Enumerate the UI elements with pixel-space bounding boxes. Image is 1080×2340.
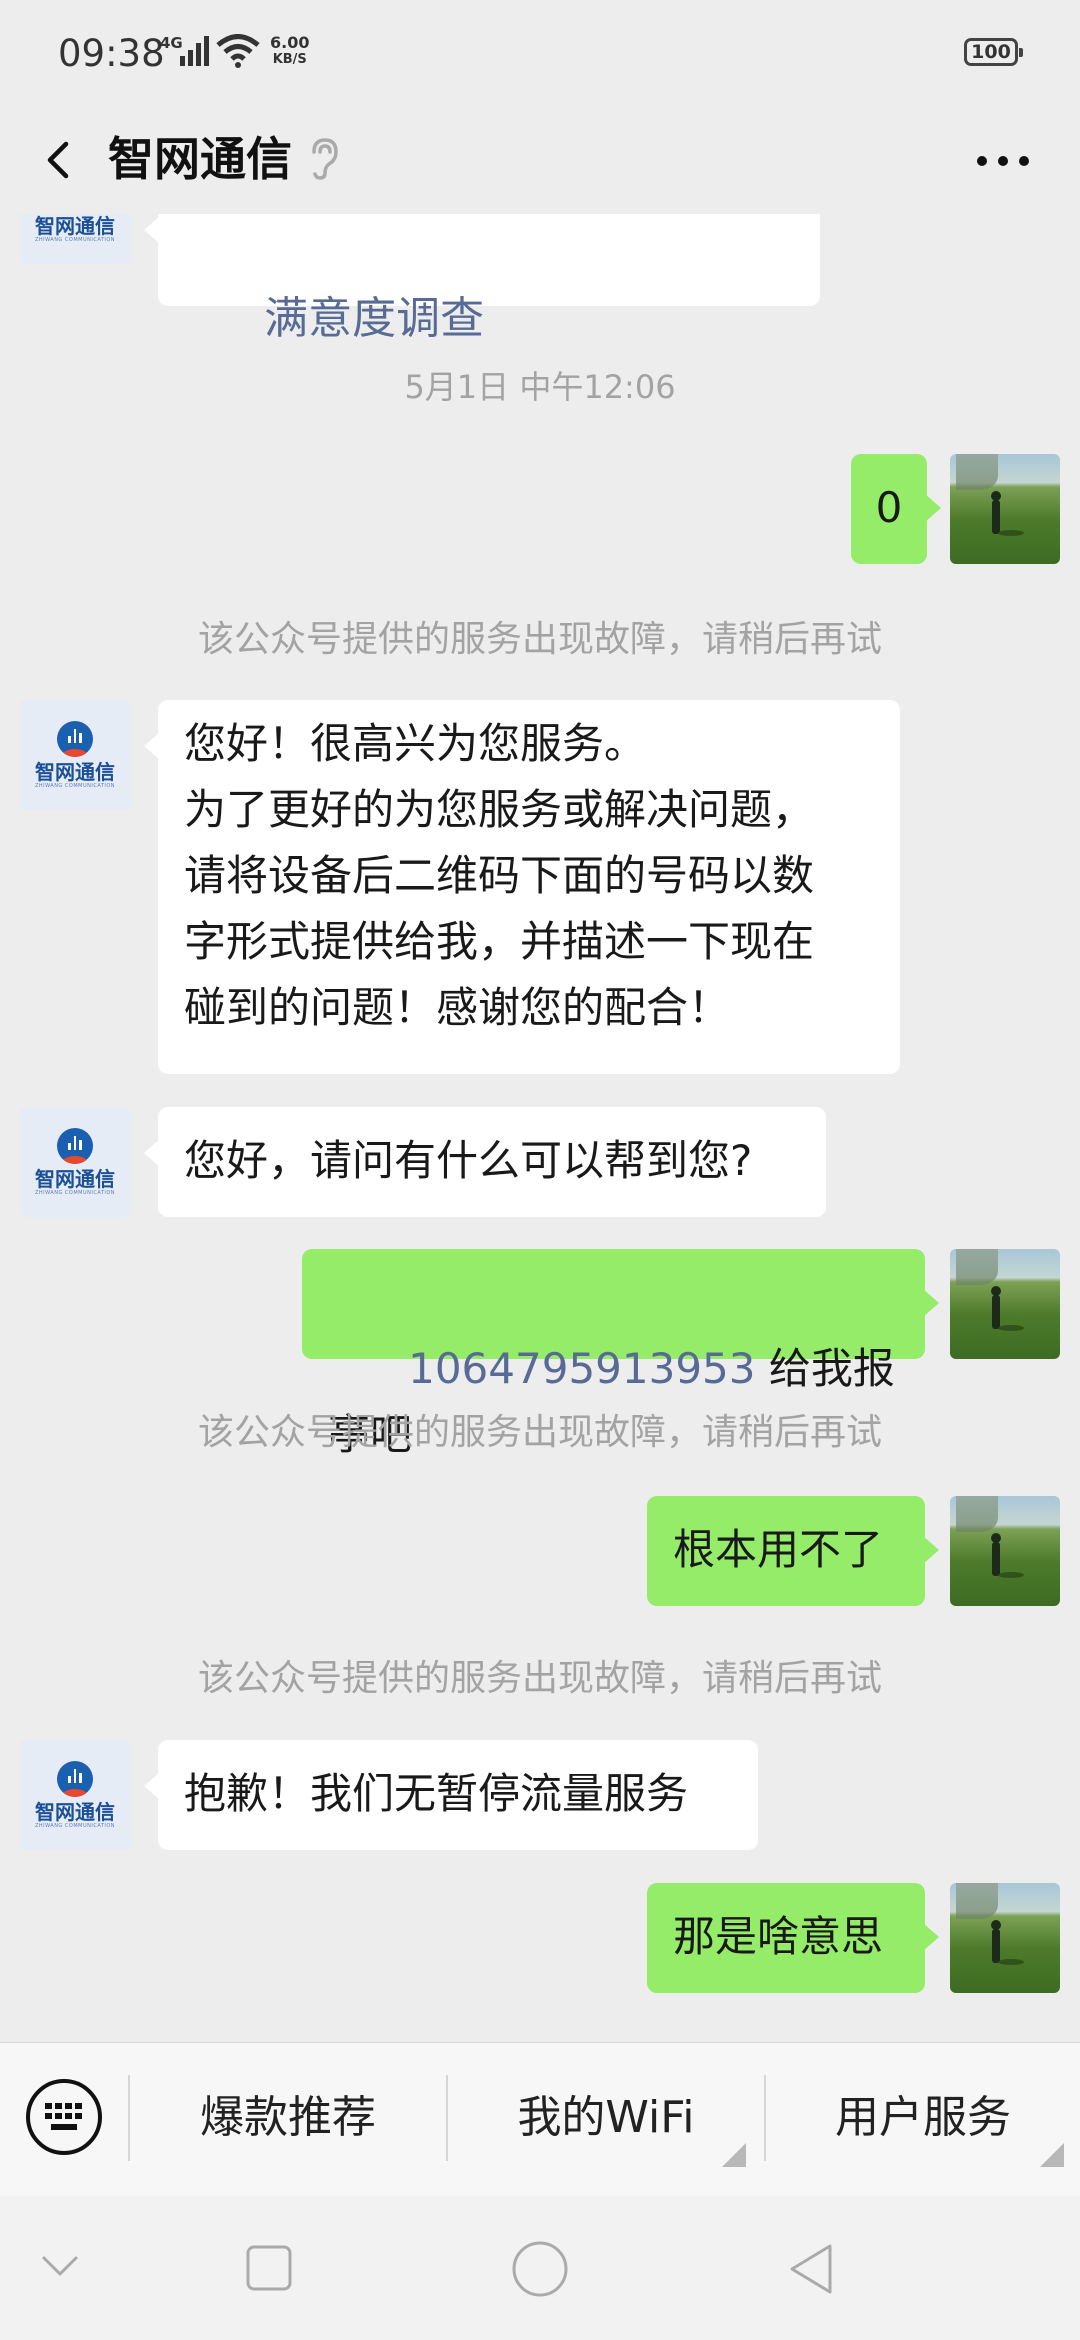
message-bubble-incoming[interactable]: 满意度调查 [144,214,820,344]
user-avatar[interactable] [950,1883,1060,1993]
recents-icon[interactable] [245,2244,293,2292]
speed-unit: KB/S [272,52,307,67]
speed-value: 6.00 [270,33,310,52]
service-error-notice: 该公众号提供的服务出现故障，请稍后再试 [197,1658,882,1699]
submenu-indicator-icon [1040,2143,1064,2167]
chat-header: 智网通信 [0,106,1080,214]
submenu-indicator-icon [722,2143,746,2167]
earpiece-mode-icon [312,138,338,180]
status-time: 09:38 [58,32,165,75]
chat-title: 智网通信 [108,132,292,186]
survey-link[interactable]: 满意度调查 [264,293,484,344]
home-icon[interactable] [511,2240,569,2298]
back-icon[interactable] [32,130,92,190]
service-error-notice: 该公众号提供的服务出现故障，请稍后再试 [197,1412,882,1453]
message-timestamp: 5月1日 中午12:06 [404,368,676,406]
system-navigation-bar [0,2196,1080,2340]
menu-item-user-service[interactable]: 用户服务 [766,2073,1080,2163]
back-nav-icon[interactable] [786,2242,836,2296]
message-list[interactable]: 智网通信 ZHIWANG COMMUNICATION 满意度调查 5月1日 中午… [0,214,1080,2042]
avatar-logo-text: 智网通信 [35,1167,115,1191]
avatar-logo-subtext: ZHIWANG COMMUNICATION [34,1190,116,1196]
user-avatar[interactable] [950,454,1060,564]
message-bubble-incoming[interactable]: 抱歉！我们无暂停流量服务 [144,1740,758,1850]
message-bubble-incoming[interactable]: 您好，请问有什么可以帮到您? [144,1107,826,1217]
avatar-logo-subtext: ZHIWANG COMMUNICATION [34,783,116,789]
battery-level: 100 [971,41,1011,63]
avatar-logo-subtext: ZHIWANG COMMUNICATION [34,1823,116,1829]
battery-icon: 100 [964,38,1023,66]
message-bubble-outgoing[interactable]: 那是啥意思 [647,1883,939,1993]
avatar-logo-text: 智网通信 [35,214,115,238]
account-avatar[interactable]: 智网通信 ZHIWANG COMMUNICATION [20,1740,130,1850]
chat-screen: 09:38 4G 6.00 KB/S 100 智网通信 智网通信 ZHIWANG… [0,0,1080,2340]
account-avatar[interactable]: 智网通信 ZHIWANG COMMUNICATION [20,214,130,264]
avatar-logo-text: 智网通信 [35,760,115,784]
menu-item-my-wifi[interactable]: 我的WiFi [448,2073,764,2163]
avatar-logo-subtext: ZHIWANG COMMUNICATION [34,237,116,243]
hide-nav-icon[interactable] [40,2252,80,2282]
account-avatar[interactable]: 智网通信 ZHIWANG COMMUNICATION [20,1107,130,1217]
avatar-logo-text: 智网通信 [35,1800,115,1824]
status-bar: 09:38 4G 6.00 KB/S 100 [0,0,1080,106]
menu-item-hot-picks[interactable]: 爆款推荐 [130,2073,446,2163]
network-speed: 6.00 KB/S [270,34,309,68]
user-avatar[interactable] [950,1496,1060,1606]
account-avatar[interactable]: 智网通信 ZHIWANG COMMUNICATION [20,700,130,810]
message-bubble-outgoing[interactable]: 0 [851,454,941,564]
service-error-notice: 该公众号提供的服务出现故障，请稍后再试 [197,619,882,660]
signal-icon [180,36,209,66]
keyboard-toggle-icon[interactable] [26,2079,102,2155]
more-icon[interactable] [970,136,1040,186]
wifi-icon [216,34,260,68]
phone-number-link[interactable]: 1064795913953 [408,1344,755,1393]
message-bubble-incoming[interactable]: 您好！很高兴为您服务。 为了更好的为您服务或解决问题， 请将设备后二维码下面的号… [144,700,900,1074]
user-avatar[interactable] [950,1249,1060,1359]
message-bubble-outgoing[interactable]: 根本用不了 [647,1496,939,1606]
account-menu-bar: 爆款推荐 我的WiFi 用户服务 [0,2042,1080,2197]
message-bubble-outgoing[interactable]: 1064795913953 给我报亭吧 [302,1249,939,1459]
